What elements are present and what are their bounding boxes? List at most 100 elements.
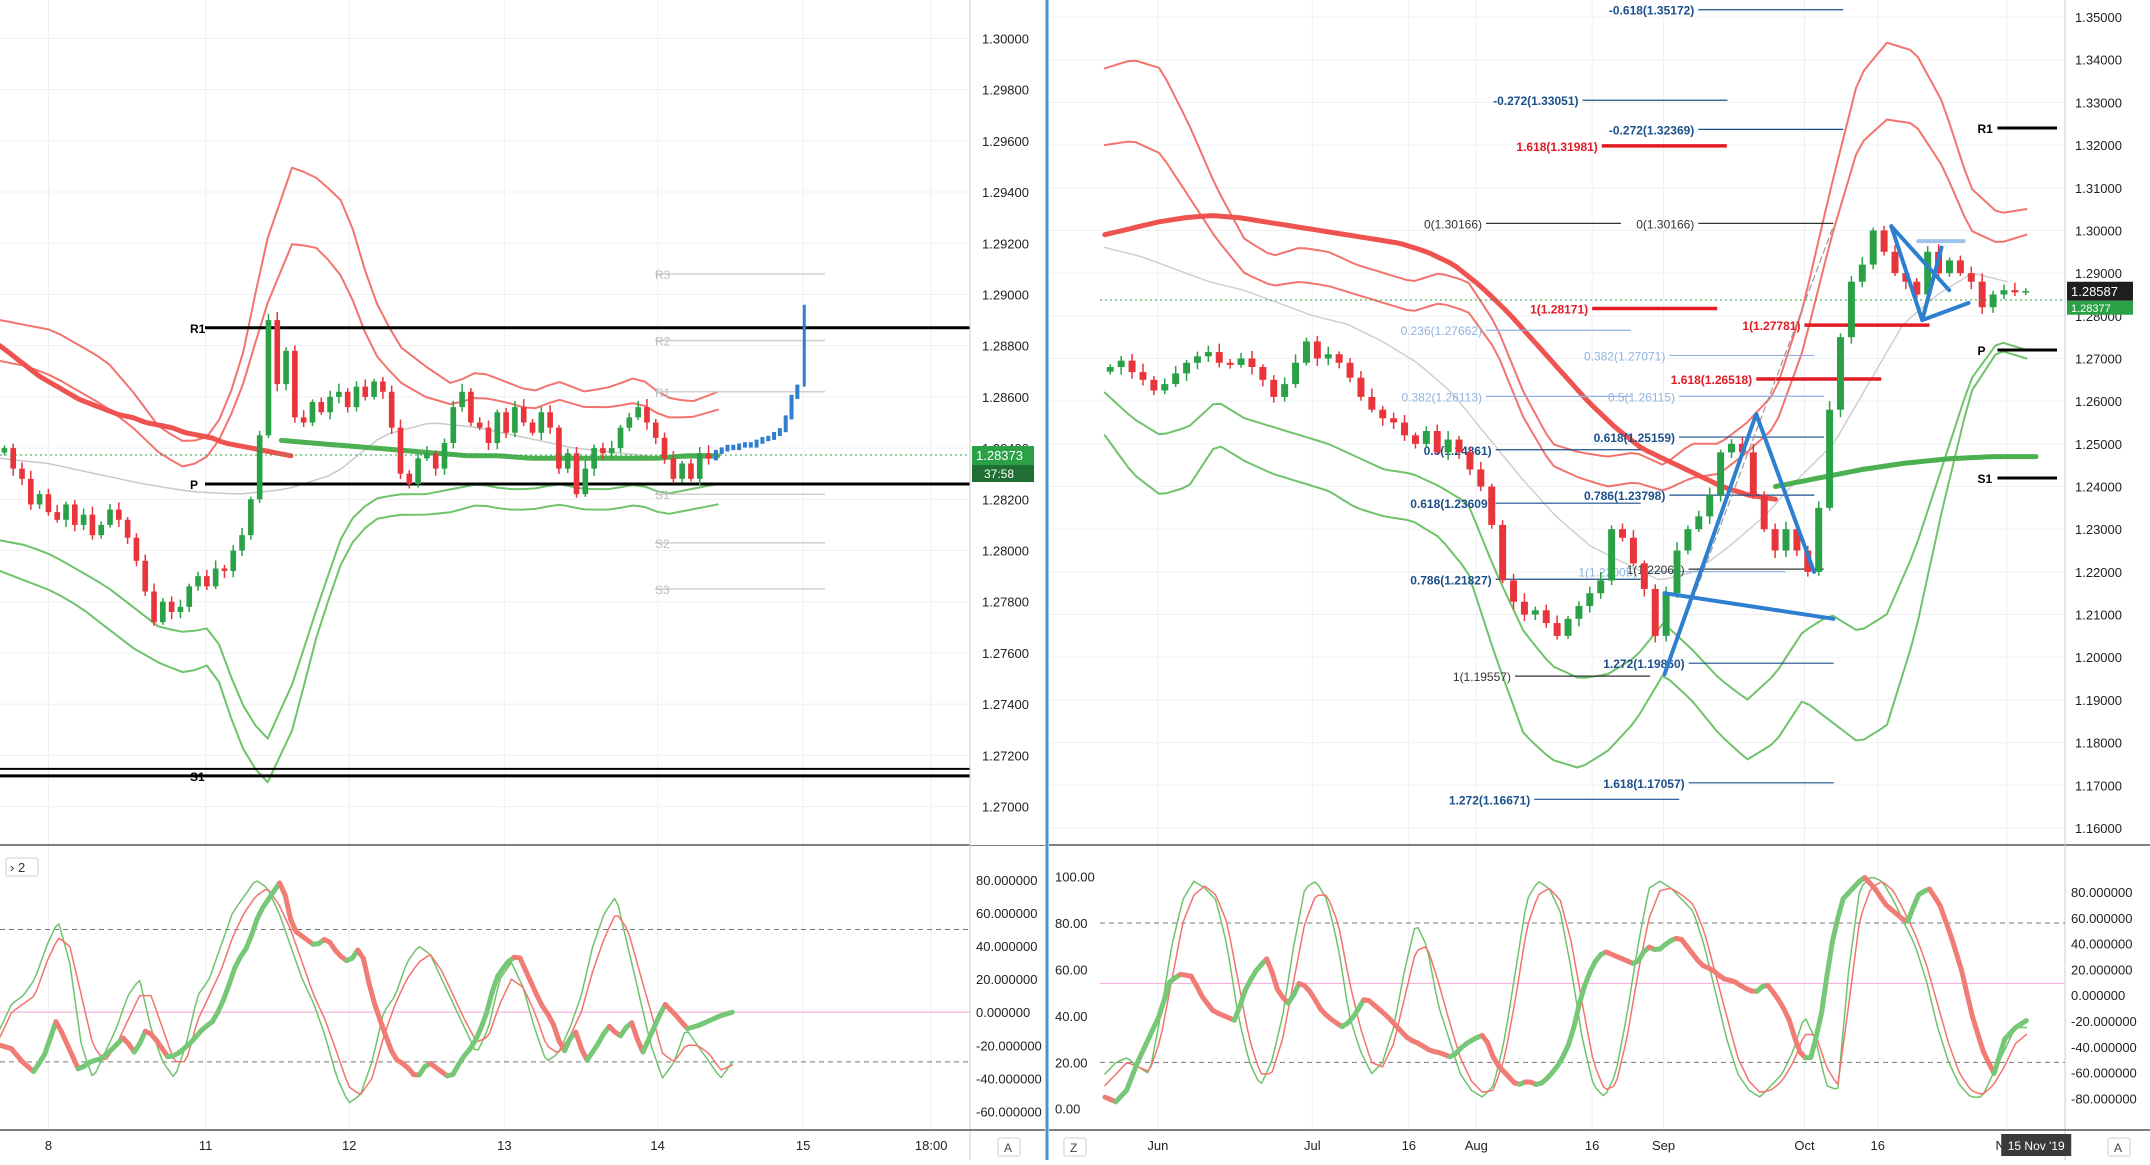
left-candle[interactable] [371, 379, 377, 400]
left-candle[interactable] [310, 399, 316, 426]
right-fib-level-label[interactable]: -0.618(1.35172) [1609, 4, 1694, 18]
right-price-tick-label[interactable]: 1.20000 [2075, 650, 2122, 665]
right-x-tick-label[interactable]: 16 [1871, 1138, 1885, 1153]
right-candle[interactable] [1848, 276, 1855, 344]
right-osc-left-tick-label[interactable]: 60.00 [1055, 962, 1088, 977]
right-fib-level-label[interactable]: 1.272(1.16671) [1449, 793, 1530, 807]
left-candle[interactable] [248, 497, 254, 540]
right-osc-left-tick-label[interactable]: 20.00 [1055, 1055, 1088, 1070]
right-osc-right-tick-label[interactable]: 20.000000 [2071, 962, 2132, 977]
right-fib-level-label[interactable]: 1.618(1.17057) [1603, 777, 1684, 791]
left-osc-tick-label[interactable]: 60.000000 [976, 906, 1037, 921]
right-price-tick-label[interactable]: 1.31000 [2075, 181, 2122, 196]
left-price-tick-label[interactable]: 1.28800 [982, 339, 1029, 354]
right-candle[interactable] [1717, 450, 1724, 502]
right-osc-right-tick-label[interactable]: 60.000000 [2071, 911, 2132, 926]
left-osc-tick-label[interactable]: 40.000000 [976, 939, 1037, 954]
right-fib-level-label[interactable]: 0(1.30166) [1424, 217, 1482, 231]
left-price-tick-label[interactable]: 1.28200 [982, 492, 1029, 507]
right-pivot-label-s1[interactable]: S1 [1977, 472, 1992, 486]
left-x-tick-label[interactable]: 14 [650, 1138, 664, 1153]
left-candle[interactable] [274, 312, 280, 391]
left-x-tick-label[interactable]: 13 [497, 1138, 511, 1153]
left-price-axis-bg[interactable] [970, 0, 1045, 845]
right-x-tick-label[interactable]: Oct [1794, 1138, 1815, 1153]
left-candle[interactable] [450, 401, 456, 448]
right-fib-level-label[interactable]: 0.786(1.21827) [1410, 573, 1491, 587]
right-candle[interactable] [1837, 333, 1844, 417]
right-candle[interactable] [1761, 491, 1768, 532]
right-candle[interactable] [1815, 501, 1822, 575]
left-price-tick-label[interactable]: 1.27000 [982, 800, 1029, 815]
right-x-tick-label[interactable]: Jul [1304, 1138, 1321, 1153]
left-price-tick-label[interactable]: 1.29800 [982, 83, 1029, 98]
right-osc-left-tick-label[interactable]: 0.00 [1055, 1102, 1080, 1117]
left-x-tick-label[interactable]: 12 [342, 1138, 356, 1153]
right-candle[interactable] [1870, 228, 1877, 270]
right-fib-level-label[interactable]: -0.272(1.32369) [1609, 123, 1694, 137]
right-osc-right-tick-label[interactable]: -40.000000 [2071, 1040, 2137, 1055]
left-pivot-label-r1[interactable]: R1 [190, 322, 206, 336]
right-price-tick-label[interactable]: 1.18000 [2075, 736, 2122, 751]
left-candle[interactable] [160, 598, 166, 625]
right-pivot-label-p[interactable]: P [1977, 344, 1985, 358]
right-osc-right-tick-label[interactable]: 0.000000 [2071, 988, 2125, 1003]
left-price-tick-label[interactable]: 1.27600 [982, 646, 1029, 661]
left-price-tick-label[interactable]: 1.28000 [982, 544, 1029, 559]
left-osc-tick-label[interactable]: -40.000000 [976, 1071, 1042, 1086]
left-candle[interactable] [389, 385, 395, 433]
right-x-tick-label[interactable]: Aug [1465, 1138, 1488, 1153]
left-x-tick-label[interactable]: 8 [45, 1138, 52, 1153]
right-x-tick-label[interactable]: Sep [1652, 1138, 1675, 1153]
left-osc-tick-label[interactable]: -60.000000 [976, 1104, 1042, 1119]
left-candle[interactable] [283, 347, 289, 390]
left-candle[interactable] [257, 431, 263, 503]
left-pivot-label-p[interactable]: P [190, 478, 198, 492]
left-osc-tick-label[interactable]: 20.000000 [976, 972, 1037, 987]
right-candle[interactable] [1652, 584, 1659, 642]
left-price-tick-label[interactable]: 1.29400 [982, 185, 1029, 200]
right-osc-right-tick-label[interactable]: -80.000000 [2071, 1092, 2137, 1107]
right-x-tick-label[interactable]: Jun [1147, 1138, 1168, 1153]
right-price-tick-label[interactable]: 1.19000 [2075, 693, 2122, 708]
left-candle[interactable] [266, 314, 272, 438]
right-candle[interactable] [1488, 484, 1495, 529]
left-osc-tick-label[interactable]: 0.000000 [976, 1005, 1030, 1020]
left-price-tick-label[interactable]: 1.29600 [982, 134, 1029, 149]
right-price-tick-label[interactable]: 1.33000 [2075, 95, 2122, 110]
right-price-tick-label[interactable]: 1.27000 [2075, 351, 2122, 366]
left-osc-tick-label[interactable]: 80.000000 [976, 873, 1037, 888]
left-price-tick-label[interactable]: 1.29200 [982, 236, 1029, 251]
right-x-tick-label[interactable]: 16 [1402, 1138, 1416, 1153]
right-price-tick-label[interactable]: 1.17000 [2075, 778, 2122, 793]
right-price-tick-label[interactable]: 1.26000 [2075, 394, 2122, 409]
right-fib-level-label[interactable]: 1(1.27781) [1742, 319, 1800, 333]
right-price-tick-label[interactable]: 1.24000 [2075, 480, 2122, 495]
right-candle[interactable] [1826, 401, 1833, 510]
right-fib-level-label[interactable]: 1.272(1.19860) [1603, 657, 1684, 671]
right-price-tick-label[interactable]: 1.29000 [2075, 266, 2122, 281]
right-chart-background[interactable] [1049, 0, 2150, 1160]
right-fib-level-label[interactable]: -0.272(1.33051) [1493, 94, 1578, 108]
right-fib-level-label[interactable]: 0.618(1.23609) [1410, 497, 1491, 511]
right-fib-level-label[interactable]: 1(1.28171) [1530, 303, 1588, 317]
left-price-tick-label[interactable]: 1.28600 [982, 390, 1029, 405]
right-price-tick-label[interactable]: 1.30000 [2075, 223, 2122, 238]
right-osc-left-tick-label[interactable]: 80.00 [1055, 916, 1088, 931]
right-x-tick-label[interactable]: 16 [1585, 1138, 1599, 1153]
right-osc-right-tick-label[interactable]: 40.000000 [2071, 937, 2132, 952]
right-fib-level-label[interactable]: 1.618(1.26518) [1671, 373, 1752, 387]
right-price-tick-label[interactable]: 1.22000 [2075, 565, 2122, 580]
right-price-tick-label[interactable]: 1.16000 [2075, 821, 2122, 836]
left-x-tick-label[interactable]: 11 [199, 1138, 213, 1153]
left-price-tick-label[interactable]: 1.27400 [982, 697, 1029, 712]
left-osc-tick-label[interactable]: -20.000000 [976, 1038, 1042, 1053]
left-candle[interactable] [468, 388, 474, 426]
left-candle[interactable] [292, 345, 298, 422]
right-osc-right-tick-label[interactable]: -60.000000 [2071, 1066, 2137, 1081]
right-fib-level-label[interactable]: 0.236(1.27662) [1401, 324, 1482, 338]
right-candle[interactable] [1565, 616, 1572, 639]
right-osc-right-tick-label[interactable]: 80.000000 [2071, 885, 2132, 900]
right-fib-level-label[interactable]: 1(1.19557) [1453, 670, 1511, 684]
right-osc-left-tick-label[interactable]: 100.00 [1055, 870, 1095, 885]
